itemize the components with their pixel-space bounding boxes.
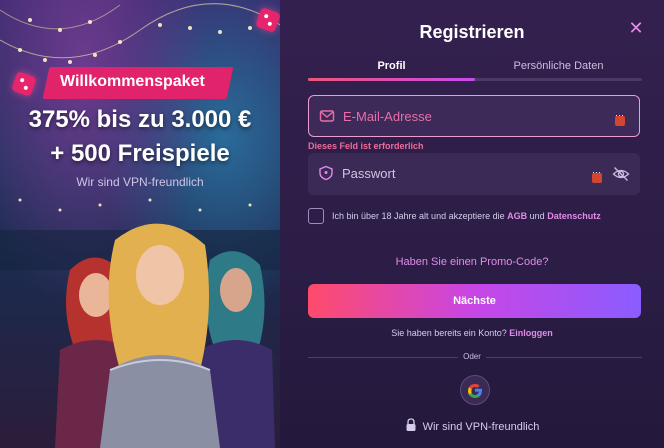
- account-question: Sie haben bereits ein Konto?: [391, 328, 507, 338]
- vpn-note: Wir sind VPN-freundlich: [76, 175, 204, 189]
- modal-title: Registrieren: [419, 22, 525, 42]
- login-prompt: Sie haben bereits ein Konto? Einloggen: [280, 328, 664, 338]
- email-placeholder: E-Mail-Adresse: [343, 109, 432, 124]
- terms-checkbox[interactable]: [308, 208, 324, 224]
- divider: [486, 357, 642, 358]
- password-field[interactable]: Passwort: [308, 153, 640, 195]
- terms-label: Ich bin über 18 Jahre alt und akzeptiere…: [332, 211, 505, 221]
- privacy-link[interactable]: Datenschutz: [547, 211, 601, 221]
- mail-icon: [319, 110, 335, 122]
- password-placeholder: Passwort: [342, 166, 396, 181]
- vpn-note: Wir sind VPN-freundlich: [280, 418, 664, 433]
- next-button[interactable]: Nächste: [308, 284, 641, 318]
- freespins-headline: + 500 Freispiele: [50, 140, 230, 167]
- login-link[interactable]: Einloggen: [509, 328, 553, 338]
- registration-panel: Registrieren ✕ Profil Persönliche Daten …: [280, 0, 664, 448]
- promo-illustration: [55, 223, 275, 448]
- vpn-note-text: Wir sind VPN-freundlich: [422, 421, 540, 433]
- email-field[interactable]: E-Mail-Adresse: [308, 95, 640, 137]
- registration-screen: Willkommenspaket 375% bis zu 3.000 € + 5…: [0, 0, 664, 448]
- promo-code-link[interactable]: Haben Sie einen Promo-Code?: [280, 256, 664, 268]
- key-icon[interactable]: [592, 167, 602, 183]
- google-icon: [468, 384, 482, 398]
- key-icon[interactable]: [615, 110, 625, 126]
- promo-banner: Willkommenspaket 375% bis zu 3.000 € + 5…: [0, 0, 280, 448]
- shield-icon: [319, 165, 333, 181]
- agb-link[interactable]: AGB: [507, 211, 527, 221]
- lock-icon: [406, 418, 416, 431]
- terms-and: und: [529, 211, 545, 221]
- welcome-badge: Willkommenspaket: [60, 73, 205, 90]
- tab-active-indicator: [308, 78, 475, 81]
- tab-profile[interactable]: Profil: [308, 60, 475, 72]
- close-icon[interactable]: ✕: [628, 19, 644, 37]
- email-error: Dieses Feld ist erforderlich: [308, 141, 424, 151]
- google-login-button[interactable]: [460, 375, 490, 405]
- tab-bar: Profil Persönliche Daten: [308, 60, 642, 82]
- eye-off-icon[interactable]: [612, 165, 630, 183]
- tab-personal-data[interactable]: Persönliche Daten: [475, 60, 642, 72]
- terms-text: Ich bin über 18 Jahre alt und akzeptiere…: [332, 211, 601, 221]
- bonus-headline: 375% bis zu 3.000 €: [28, 106, 252, 133]
